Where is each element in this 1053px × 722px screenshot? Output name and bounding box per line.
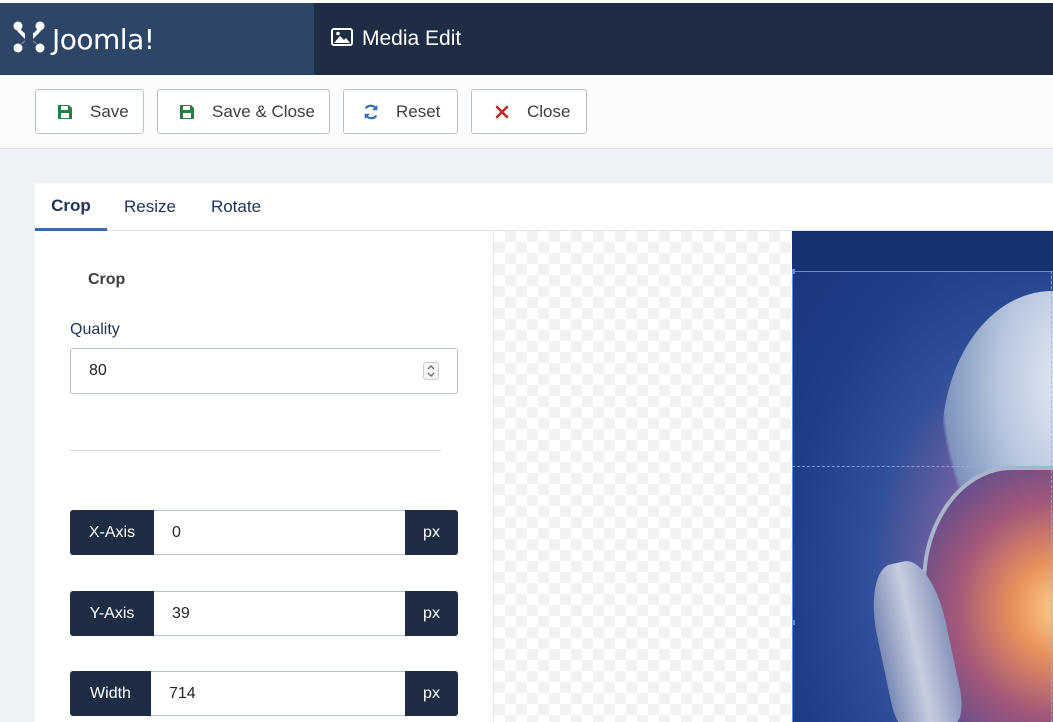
edited-image <box>792 231 1053 722</box>
crop-guide-vertical <box>1051 271 1052 722</box>
x-axis-unit: px <box>405 510 458 555</box>
y-axis-input[interactable]: 39 <box>154 591 405 636</box>
width-group: Width 714 px <box>70 671 458 716</box>
divider <box>70 450 441 451</box>
reset-button-label: Reset <box>396 101 441 121</box>
media-edit-card: Crop Resize Rotate Crop Quality 80 X-Axi… <box>35 183 1053 722</box>
quality-stepper[interactable] <box>423 362 439 380</box>
crop-panel: Crop Quality 80 X-Axis 0 px Y-Axis 39 px… <box>35 231 493 722</box>
close-icon <box>493 103 511 121</box>
logo-text: Joomla! <box>52 22 155 56</box>
quality-input[interactable]: 80 <box>70 348 458 394</box>
save-close-button[interactable]: Save & Close <box>157 89 330 134</box>
crop-guide-horizontal <box>792 466 1053 467</box>
x-axis-group: X-Axis 0 px <box>70 510 458 555</box>
width-input[interactable]: 714 <box>151 671 405 716</box>
refresh-icon <box>362 103 380 121</box>
tab-resize[interactable]: Resize <box>114 183 186 231</box>
y-axis-unit: px <box>405 591 458 636</box>
logo-link[interactable]: Joomla! <box>0 3 314 75</box>
y-axis-group: Y-Axis 39 px <box>70 591 458 636</box>
width-unit: px <box>405 671 458 716</box>
page-title-wrap: Media Edit <box>331 3 461 75</box>
floppy-disk-icon <box>56 103 74 121</box>
toolbar: Save Save & Close Reset Close <box>0 75 1053 149</box>
floppy-disk-icon <box>178 103 196 121</box>
x-axis-input[interactable]: 0 <box>154 510 405 555</box>
reset-button[interactable]: Reset <box>343 89 458 134</box>
tab-crop[interactable]: Crop <box>35 183 107 231</box>
save-close-button-label: Save & Close <box>212 101 315 121</box>
crop-handle-top-left[interactable] <box>792 269 795 274</box>
quality-label: Quality <box>70 321 120 338</box>
app-header: Joomla! Media Edit <box>0 0 1053 75</box>
joomla-logo-icon <box>12 20 46 59</box>
stepper-arrows-icon <box>427 365 435 377</box>
crop-box[interactable] <box>792 271 1053 722</box>
close-button[interactable]: Close <box>471 89 587 134</box>
image-canvas <box>493 231 1053 722</box>
close-button-label: Close <box>527 101 571 121</box>
quality-value: 80 <box>89 362 107 379</box>
save-button[interactable]: Save <box>35 89 144 134</box>
crop-panel-title: Crop <box>88 271 126 288</box>
y-axis-label: Y-Axis <box>70 591 154 636</box>
crop-handle-left[interactable] <box>792 620 795 625</box>
width-label: Width <box>70 671 151 716</box>
image-top-region <box>792 231 1053 272</box>
page-title: Media Edit <box>362 27 462 50</box>
edit-tabs: Crop Resize Rotate <box>35 183 1053 231</box>
x-axis-label: X-Axis <box>70 510 154 555</box>
image-icon <box>331 27 353 51</box>
tab-rotate[interactable]: Rotate <box>200 183 272 231</box>
save-button-label: Save <box>90 101 129 121</box>
